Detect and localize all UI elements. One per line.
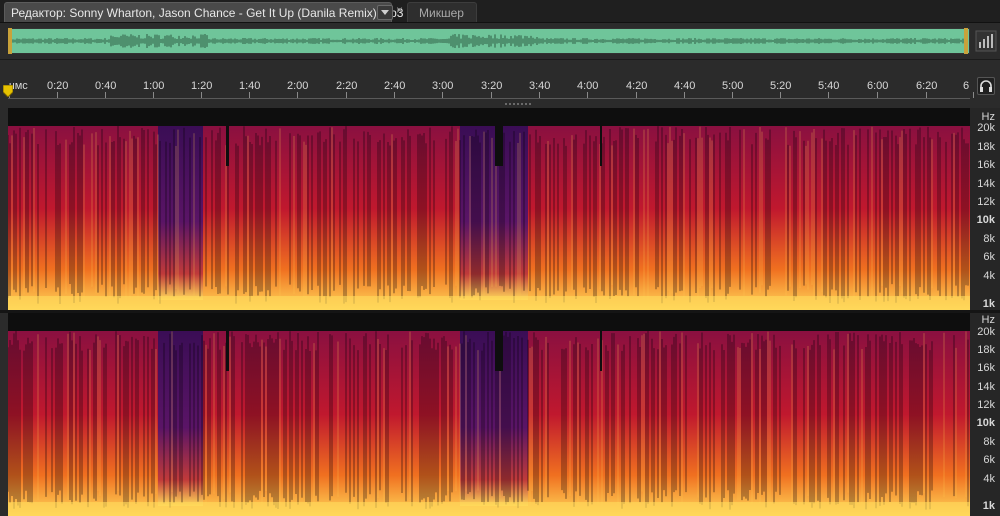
chevron-down-icon[interactable] (377, 5, 393, 20)
frequency-label: 10k (976, 417, 995, 429)
zoom-icon[interactable] (975, 30, 997, 52)
spectral-channel-left[interactable] (8, 108, 970, 310)
ruler-tick (587, 92, 588, 98)
ruler-label: 5:20 (770, 80, 792, 92)
ruler-tick (491, 92, 492, 98)
frequency-label: 12k (977, 196, 995, 208)
frequency-label: 1k (982, 500, 995, 512)
ruler-tick (297, 92, 298, 98)
tab-editor[interactable]: Редактор: Sonny Wharton, Jason Chance - … (4, 2, 403, 22)
ruler-tick (346, 92, 347, 98)
ruler-label: 5:40 (818, 80, 840, 92)
overview-right-handle[interactable] (964, 28, 968, 54)
ruler-label: 0:20 (47, 80, 69, 92)
ruler-label: 4:00 (577, 80, 599, 92)
ruler-label: 2:40 (384, 80, 406, 92)
ruler-label: 2:20 (336, 80, 358, 92)
ruler-tick (684, 92, 685, 98)
overview-navigator (0, 23, 1000, 60)
ruler-label: 1:40 (239, 80, 261, 92)
resize-grip-icon[interactable] (505, 102, 531, 106)
ruler-tick (828, 92, 829, 98)
ruler-tick (973, 92, 974, 98)
tab-editor-label: Редактор: Sonny Wharton, Jason Chance - … (11, 6, 404, 20)
tab-bar: Редактор: Sonny Wharton, Jason Chance - … (0, 0, 1000, 23)
tab-mixer-label: Микшер (419, 6, 464, 20)
frequency-label: 20k (977, 122, 995, 134)
frequency-label: 6k (983, 251, 995, 263)
overview-waveform (8, 34, 968, 48)
ruler-tick (877, 92, 878, 98)
ruler-label: 1:00 (143, 80, 165, 92)
ruler-tick (57, 92, 58, 98)
ruler-label: 0:40 (95, 80, 117, 92)
spectral-channel-right[interactable] (8, 313, 970, 516)
frequency-label: 10k (976, 214, 995, 226)
ruler-tick (780, 92, 781, 98)
frequency-label: 16k (977, 159, 995, 171)
ruler-label: 2:00 (287, 80, 309, 92)
frequency-label: 12k (977, 399, 995, 411)
ruler-tick (732, 92, 733, 98)
ruler-label: 3:20 (481, 80, 503, 92)
frequency-label: 6k (983, 454, 995, 466)
ruler-baseline (8, 98, 970, 99)
frequency-scale-left: Hz 20k 18k 16k 14k 12k 10k 8k 6k 4k 1k (970, 108, 1000, 310)
ruler-tick (539, 92, 540, 98)
spectrogram-left (8, 108, 970, 310)
playhead-icon[interactable] (3, 85, 13, 97)
frequency-label: 18k (977, 141, 995, 153)
headphones-icon (980, 80, 992, 92)
ruler-label: 6:00 (867, 80, 889, 92)
ruler-tick (249, 92, 250, 98)
frequency-scale-right: Hz 20k 18k 16k 14k 12k 10k 8k 6k 4k 1k (970, 313, 1000, 516)
ruler-label: 1:20 (191, 80, 213, 92)
frequency-label: 1k (982, 298, 995, 310)
ruler-tick (926, 92, 927, 98)
frequency-label: 18k (977, 344, 995, 356)
ruler-tick (394, 92, 395, 98)
ruler-tick (105, 92, 106, 98)
ruler-label: 4:40 (674, 80, 696, 92)
close-icon[interactable]: × (396, 3, 403, 17)
ruler-label: 4:20 (626, 80, 648, 92)
ruler-tick (201, 92, 202, 98)
frequency-label: 8k (983, 436, 995, 448)
ruler-tick (153, 92, 154, 98)
frequency-label: 14k (977, 381, 995, 393)
overview-track[interactable] (8, 28, 970, 54)
frequency-label: 4k (983, 473, 995, 485)
tab-mixer[interactable]: Микшер (407, 2, 477, 22)
ruler-label: 6:20 (916, 80, 938, 92)
ruler-label: 3:40 (529, 80, 551, 92)
frequency-label: 20k (977, 326, 995, 338)
monitor-button[interactable] (977, 77, 995, 95)
frequency-label: 4k (983, 270, 995, 282)
ruler-label: 6 (963, 80, 970, 92)
frequency-label: 16k (977, 362, 995, 374)
frequency-label: 14k (977, 178, 995, 190)
frequency-label: 8k (983, 233, 995, 245)
overview-left-handle[interactable] (8, 28, 12, 54)
ruler-label: 5:00 (722, 80, 744, 92)
spectrogram-right (8, 313, 970, 516)
ruler-tick (636, 92, 637, 98)
frequency-unit-label: Hz (981, 314, 995, 326)
ruler-tick (442, 92, 443, 98)
time-ruler[interactable]: чмс 0:20 0:40 1:00 1:20 1:40 2:00 2:20 2:40 3:00 3… (0, 70, 1000, 100)
ruler-label: 3:00 (432, 80, 454, 92)
